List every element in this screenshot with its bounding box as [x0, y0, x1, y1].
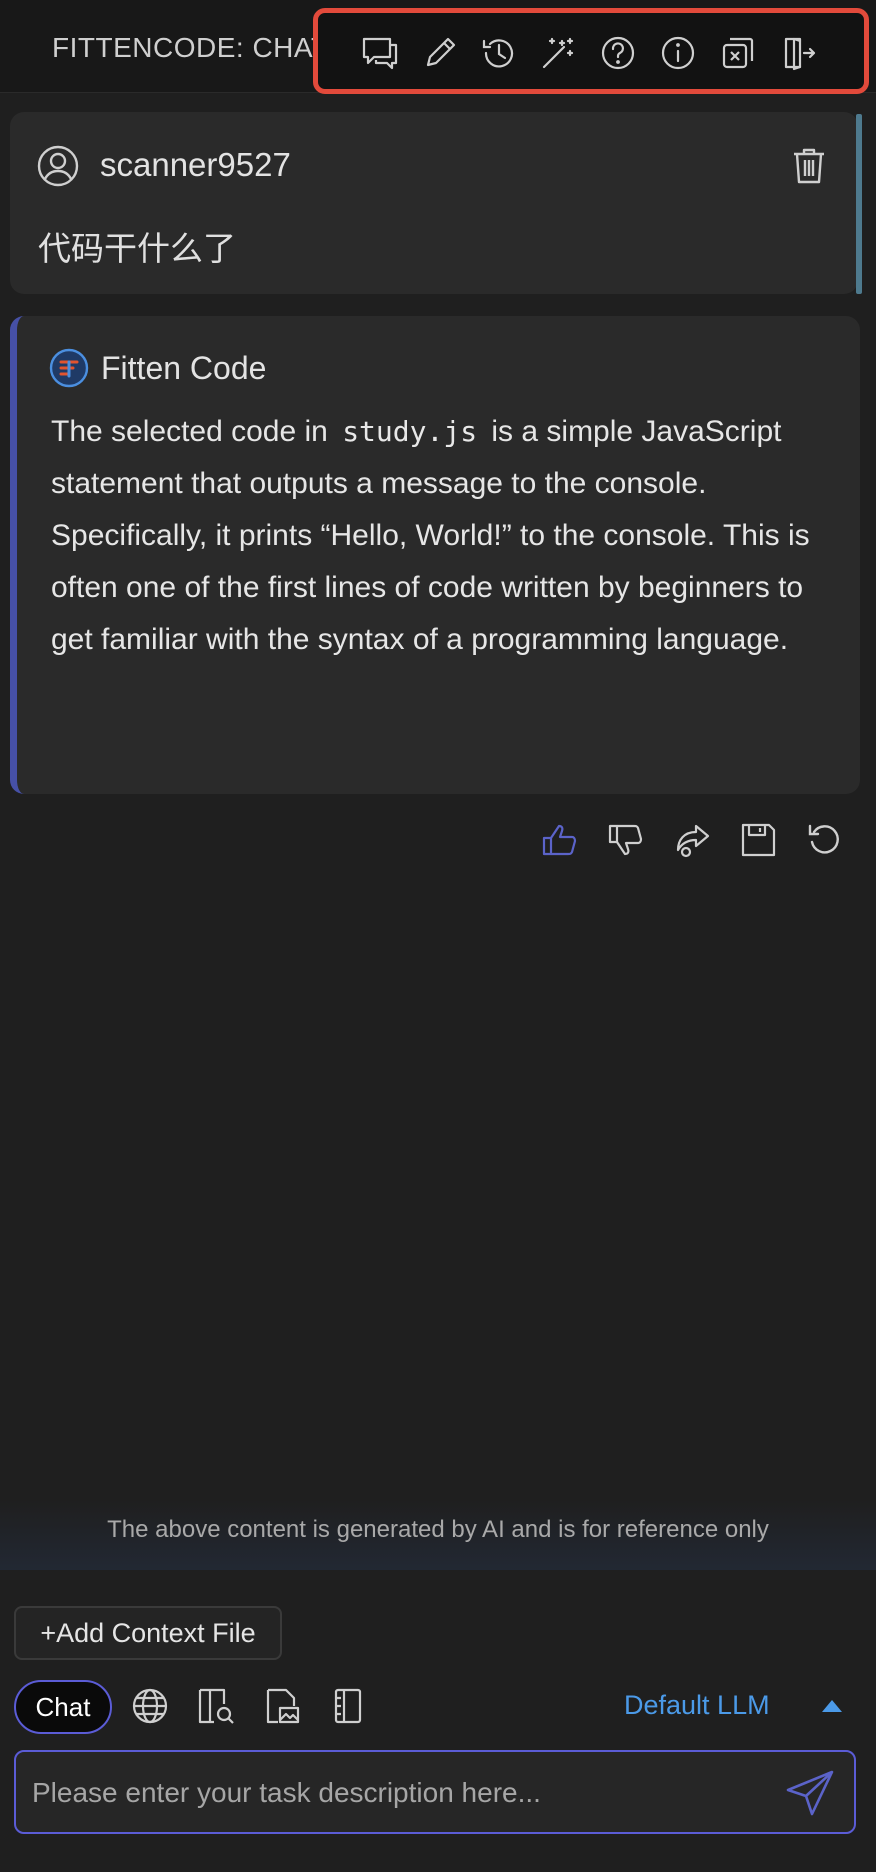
- thumbs-down-button[interactable]: [606, 820, 650, 864]
- image-file-icon: [266, 1688, 300, 1724]
- send-icon[interactable]: [782, 1766, 838, 1822]
- response-text-end: is a simple JavaScript statement that ou…: [51, 415, 810, 656]
- regenerate-icon: [808, 824, 839, 854]
- new-chat-button[interactable]: [358, 31, 402, 75]
- share-button[interactable]: [672, 820, 716, 864]
- history-button[interactable]: [476, 31, 520, 75]
- save-button[interactable]: [738, 820, 782, 864]
- caret-up-icon: [822, 1700, 842, 1712]
- delete-icon[interactable]: [790, 146, 828, 186]
- panel-title: FITTENCODE: CHAT: [52, 32, 314, 63]
- add-context-file-button[interactable]: +Add Context File: [14, 1606, 282, 1660]
- user-name: scanner9527: [100, 146, 291, 183]
- user-avatar-icon: [37, 145, 79, 187]
- message-actions: [534, 820, 854, 870]
- toolbar: [313, 8, 869, 94]
- regenerate-button[interactable]: [804, 820, 848, 864]
- thumbs-down-icon: [608, 824, 643, 856]
- notes-button[interactable]: [328, 1686, 372, 1730]
- thumbs-up-icon: [542, 824, 577, 856]
- chat-mode-button[interactable]: Chat: [14, 1680, 112, 1734]
- info-icon: [661, 36, 695, 70]
- assistant-message-card: Fitten Code The selected code in study.j…: [10, 316, 860, 794]
- llm-selector[interactable]: Default LLM: [624, 1688, 864, 1728]
- image-file-button[interactable]: [262, 1686, 306, 1730]
- notebook-icon: [334, 1688, 362, 1724]
- scrollbar-thumb[interactable]: [856, 114, 862, 294]
- close-window-icon: [722, 37, 754, 69]
- user-message-card: scanner9527 代码干什么了: [10, 112, 862, 294]
- new-chat-icon: [362, 37, 398, 70]
- save-icon: [741, 823, 776, 857]
- close-all-button[interactable]: [716, 31, 760, 75]
- ai-disclaimer: The above content is generated by AI and…: [0, 1500, 876, 1570]
- magic-button[interactable]: [536, 31, 580, 75]
- assistant-name: Fitten Code: [101, 350, 267, 386]
- help-icon: [601, 36, 635, 70]
- fitten-logo-icon: [49, 348, 89, 388]
- share-icon: [676, 824, 710, 858]
- thumbs-up-button[interactable]: [540, 820, 584, 864]
- info-button[interactable]: [656, 31, 700, 75]
- logout-icon: [784, 37, 816, 71]
- history-icon: [482, 39, 514, 68]
- search-project-button[interactable]: [196, 1686, 240, 1730]
- file-search-icon: [198, 1688, 234, 1724]
- assistant-response: The selected code in study.js is a simpl…: [51, 406, 851, 666]
- mode-toolbar: Chat Default LLM: [14, 1680, 864, 1736]
- task-input-container: [14, 1750, 856, 1834]
- edit-button[interactable]: [418, 31, 462, 75]
- magic-wand-icon: [542, 37, 574, 69]
- globe-icon: [132, 1688, 168, 1724]
- chat-header: FITTENCODE: CHAT: [0, 0, 876, 94]
- logout-button[interactable]: [776, 31, 820, 75]
- help-button[interactable]: [596, 31, 640, 75]
- web-search-button[interactable]: [130, 1686, 174, 1730]
- inline-code-filename: study.js: [342, 415, 478, 448]
- edit-icon: [426, 37, 456, 67]
- llm-label: Default LLM: [624, 1690, 770, 1720]
- user-message: 代码干什么了: [38, 229, 236, 268]
- task-input[interactable]: [30, 1766, 754, 1820]
- response-text-start: The selected code in: [51, 415, 337, 448]
